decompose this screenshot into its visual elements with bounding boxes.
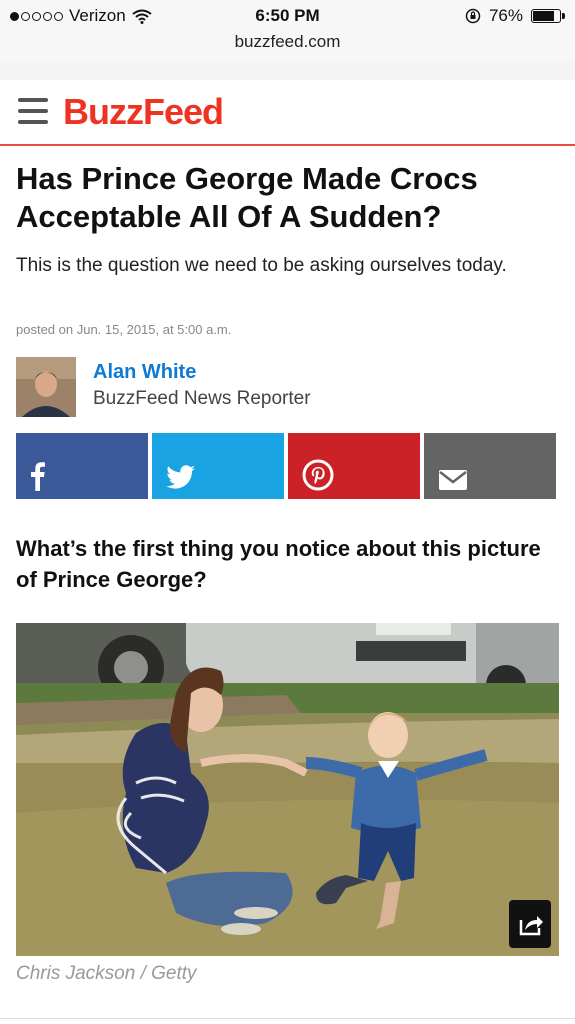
pinterest-icon xyxy=(302,459,334,491)
section-question: What’s the first thing you notice about … xyxy=(16,536,541,592)
article-title: Has Prince George Made Crocs Acceptable … xyxy=(16,161,478,234)
share-email-button[interactable] xyxy=(424,433,556,499)
toolbar-strip xyxy=(0,62,575,81)
article-photo[interactable] xyxy=(16,623,559,956)
divider xyxy=(0,1018,575,1019)
author-avatar[interactable] xyxy=(16,357,76,417)
address-bar[interactable]: buzzfeed.com xyxy=(0,30,575,62)
status-bar: Verizon 6:50 PM 76% xyxy=(0,0,575,30)
share-facebook-button[interactable] xyxy=(16,433,148,499)
share-icon xyxy=(519,916,543,936)
photo-credit: Chris Jackson / Getty xyxy=(16,963,197,984)
post-date: posted on Jun. 15, 2015, at 5:00 a.m. xyxy=(16,322,232,337)
share-pinterest-button[interactable] xyxy=(288,433,420,499)
share-photo-button[interactable] xyxy=(509,900,551,948)
facebook-icon xyxy=(31,462,45,491)
status-right: 76% xyxy=(465,6,565,26)
menu-icon[interactable] xyxy=(18,98,48,124)
url-text[interactable]: buzzfeed.com xyxy=(235,32,341,51)
share-twitter-button[interactable] xyxy=(152,433,284,499)
rotation-lock-icon xyxy=(465,8,481,24)
author-role: BuzzFeed News Reporter xyxy=(93,388,311,409)
author-name-link[interactable]: Alan White xyxy=(93,361,196,384)
site-header: BuzzFeed xyxy=(0,80,575,146)
battery-icon xyxy=(531,9,565,23)
buzzfeed-logo[interactable]: BuzzFeed xyxy=(63,92,224,132)
twitter-icon xyxy=(166,465,195,489)
battery-label: 76% xyxy=(488,6,523,25)
email-icon xyxy=(439,470,467,490)
article-subtitle: This is the question we need to be askin… xyxy=(16,255,507,276)
